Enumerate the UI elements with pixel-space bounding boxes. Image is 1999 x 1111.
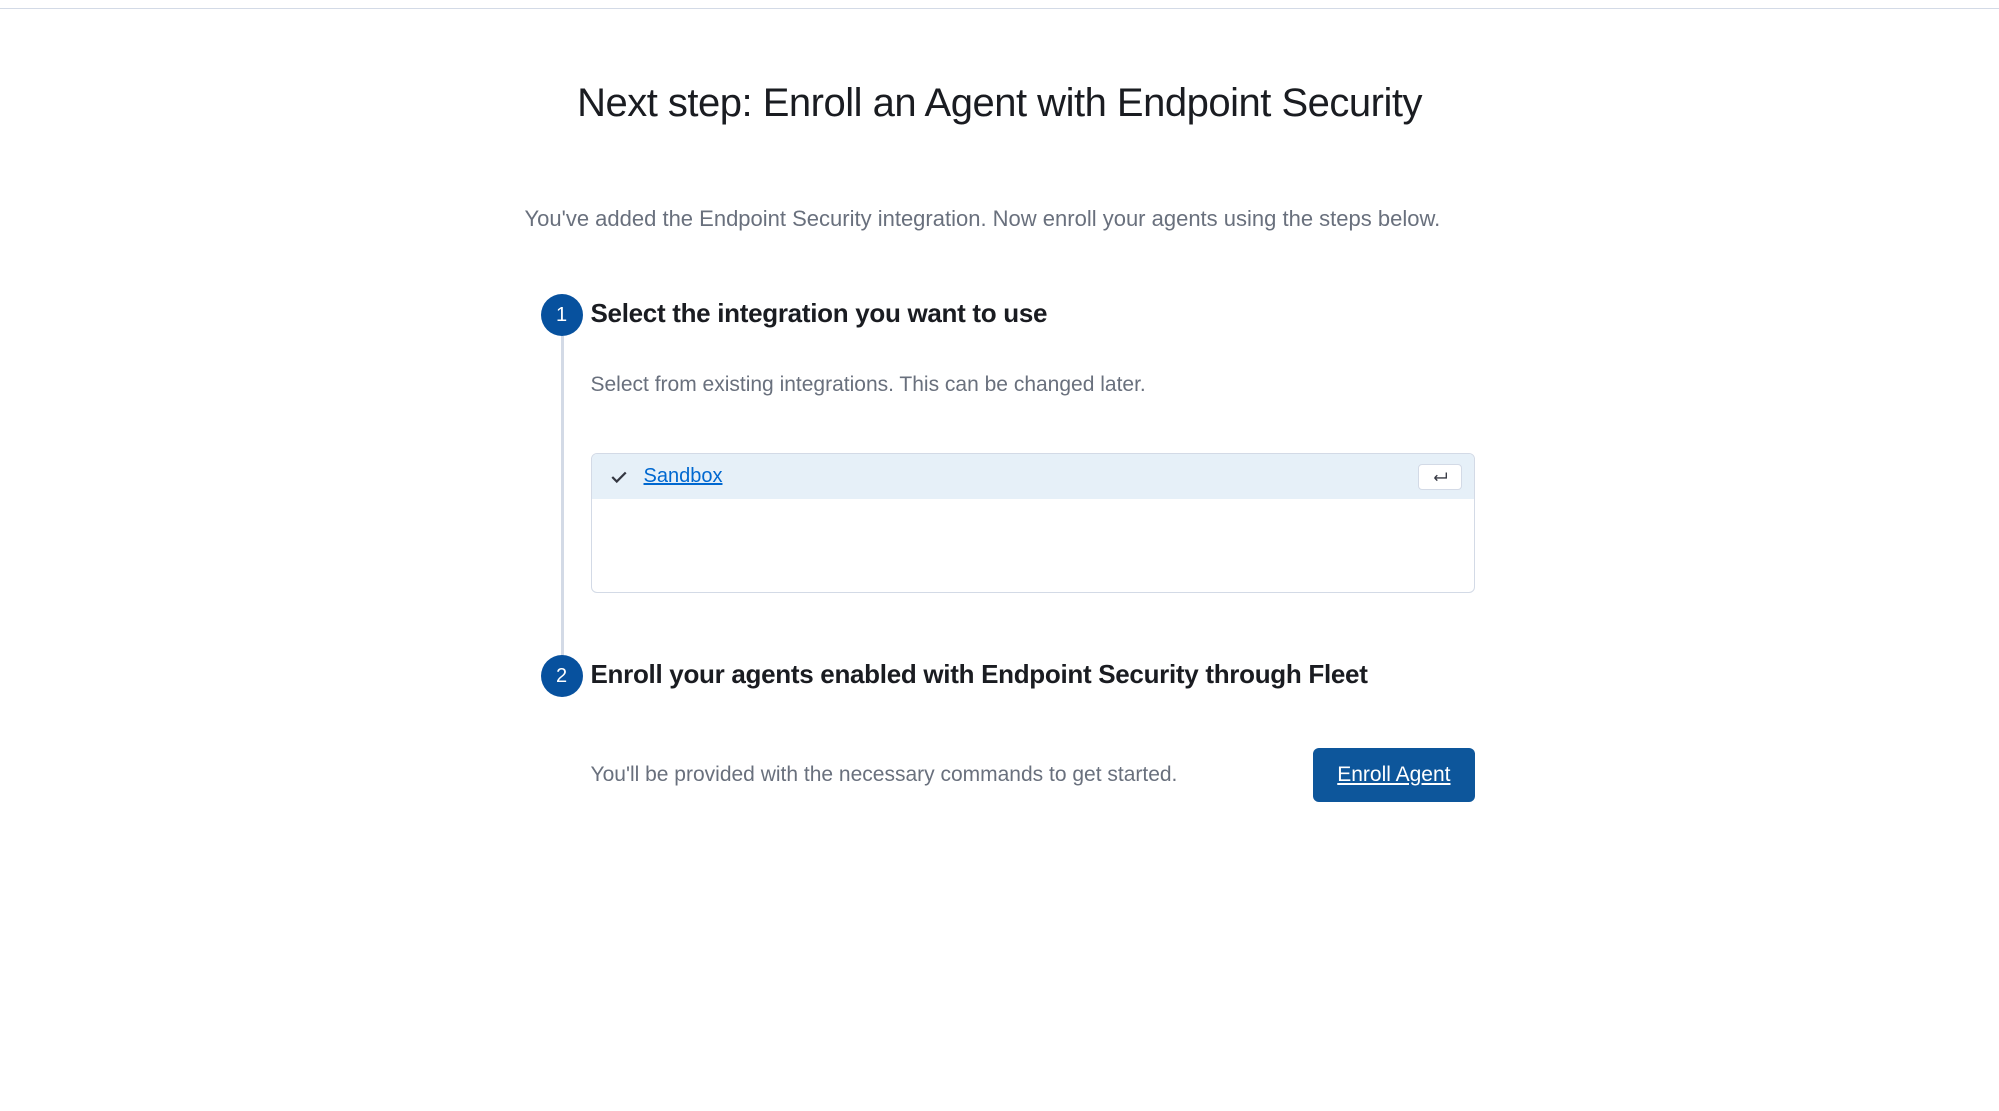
step-2-description: You'll be provided with the necessary co… xyxy=(591,763,1178,787)
integration-option-sandbox[interactable]: Sandbox xyxy=(592,454,1474,499)
step-number-badge-1: 1 xyxy=(541,294,583,336)
check-icon xyxy=(610,468,628,486)
page-title: Next step: Enroll an Agent with Endpoint… xyxy=(525,81,1475,126)
step-1-description: Select from existing integrations. This … xyxy=(591,373,1475,397)
step-1: 1 Select the integration you want to use… xyxy=(525,294,1475,593)
page-subtitle: You've added the Endpoint Security integ… xyxy=(525,206,1475,232)
steps-list: 1 Select the integration you want to use… xyxy=(525,294,1475,802)
integration-option-label: Sandbox xyxy=(644,465,723,488)
step-connector-line xyxy=(561,336,564,697)
step-1-title: Select the integration you want to use xyxy=(591,294,1475,329)
main-container: Next step: Enroll an Agent with Endpoint… xyxy=(505,81,1495,802)
step-2-title: Enroll your agents enabled with Endpoint… xyxy=(591,655,1475,690)
step-2: 2 Enroll your agents enabled with Endpoi… xyxy=(525,655,1475,802)
integration-select-box[interactable]: Sandbox xyxy=(591,453,1475,593)
enter-key-icon xyxy=(1418,464,1462,490)
step-2-action-row: You'll be provided with the necessary co… xyxy=(591,748,1475,802)
step-number-badge-2: 2 xyxy=(541,655,583,697)
top-divider xyxy=(0,8,1999,9)
enroll-agent-button[interactable]: Enroll Agent xyxy=(1313,748,1474,802)
